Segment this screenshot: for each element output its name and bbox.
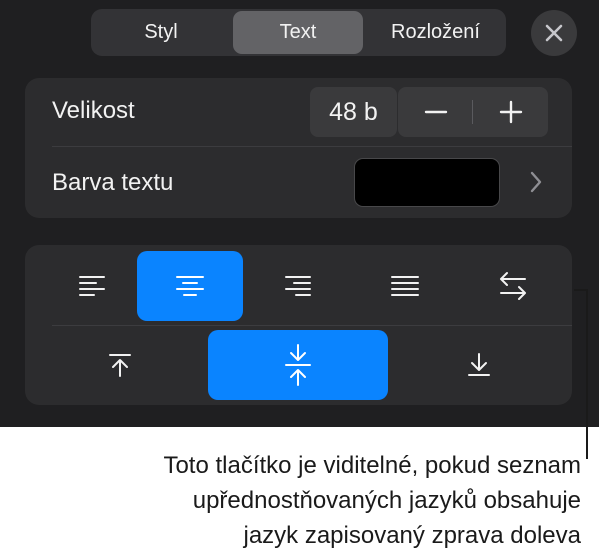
size-value[interactable]: 48 b (310, 87, 397, 137)
align-left-button[interactable] (43, 252, 143, 320)
minus-icon (424, 110, 447, 114)
plus-icon (499, 100, 522, 124)
text-color-label: Barva textu (52, 169, 174, 196)
align-middle-icon (285, 344, 311, 386)
callout-line (586, 290, 588, 459)
decrease-size-button[interactable] (398, 87, 473, 137)
close-icon (545, 24, 563, 42)
format-popover: Styl Text Rozložení Velikost 48 b Barva … (0, 0, 599, 427)
align-right-button[interactable] (247, 252, 347, 320)
text-direction-button[interactable] (463, 252, 563, 320)
text-settings-card: Velikost 48 b Barva textu (25, 78, 572, 218)
close-button[interactable] (531, 10, 577, 56)
tab-rozlozeni[interactable]: Rozložení (367, 11, 504, 54)
callout-line-3: jazyk zapisovaný zprava doleva (243, 522, 581, 549)
callout-line-2: upřednostňovaných jazyků obsahuje (192, 487, 581, 514)
callout-line-1: Toto tlačítko je viditelné, pokud seznam (163, 452, 581, 479)
align-left-icon (79, 276, 105, 296)
chevron-right-icon[interactable] (529, 171, 543, 193)
align-right-icon (285, 276, 311, 296)
size-stepper (398, 87, 548, 137)
row-separator (52, 325, 572, 326)
format-tabs: Styl Text Rozložení (91, 9, 506, 56)
tab-styl[interactable]: Styl (93, 11, 229, 54)
justify-button[interactable] (355, 252, 455, 320)
align-center-icon (176, 276, 204, 296)
justify-icon (391, 276, 419, 296)
callout-text: Toto tlačítko je viditelné, pokud seznam… (21, 448, 581, 553)
row-separator (52, 146, 572, 147)
align-bottom-icon (468, 353, 490, 376)
align-top-button[interactable] (70, 331, 170, 399)
text-color-swatch[interactable] (354, 158, 500, 207)
tab-text[interactable]: Text (233, 11, 363, 54)
align-center-button[interactable] (137, 251, 243, 321)
align-bottom-button[interactable] (429, 331, 529, 399)
rtl-direction-icon (500, 272, 526, 300)
align-middle-button[interactable] (208, 330, 388, 400)
alignment-card (25, 245, 572, 405)
size-label: Velikost (52, 97, 135, 124)
increase-size-button[interactable] (473, 87, 548, 137)
align-top-icon (109, 354, 131, 377)
